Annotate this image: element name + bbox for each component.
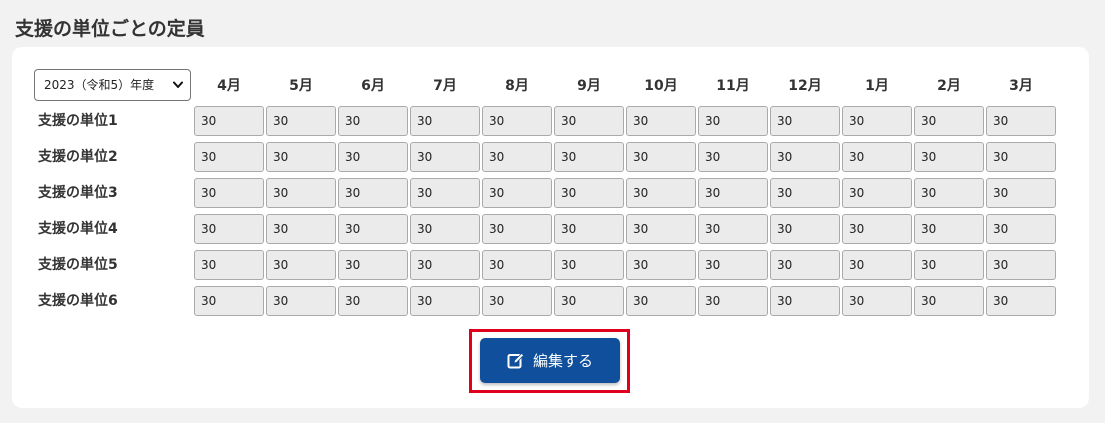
fiscal-year-select-value: 2023（令和5）年度 xyxy=(44,78,155,92)
capacity-input[interactable] xyxy=(482,214,552,244)
capacity-input[interactable] xyxy=(770,250,840,280)
capacity-input[interactable] xyxy=(194,286,264,316)
capacity-input[interactable] xyxy=(698,286,768,316)
capacity-input[interactable] xyxy=(914,106,984,136)
capacity-input[interactable] xyxy=(986,106,1056,136)
capacity-input[interactable] xyxy=(194,214,264,244)
month-header: 2月 xyxy=(937,78,961,94)
capacity-input[interactable] xyxy=(554,106,624,136)
capacity-input[interactable] xyxy=(698,214,768,244)
capacity-input[interactable] xyxy=(914,178,984,208)
capacity-input[interactable] xyxy=(266,106,336,136)
capacity-input[interactable] xyxy=(986,286,1056,316)
capacity-input[interactable] xyxy=(266,286,336,316)
capacity-input[interactable] xyxy=(482,286,552,316)
month-header: 10月 xyxy=(644,78,678,94)
edit-icon xyxy=(507,352,525,368)
capacity-input[interactable] xyxy=(770,178,840,208)
capacity-input[interactable] xyxy=(842,178,912,208)
capacity-input[interactable] xyxy=(482,106,552,136)
capacity-input[interactable] xyxy=(986,142,1056,172)
capacity-input[interactable] xyxy=(410,214,480,244)
capacity-input[interactable] xyxy=(698,142,768,172)
capacity-input[interactable] xyxy=(482,178,552,208)
chevron-down-icon xyxy=(173,81,183,88)
month-header: 3月 xyxy=(1009,78,1033,94)
capacity-input[interactable] xyxy=(194,142,264,172)
capacity-input[interactable] xyxy=(554,250,624,280)
capacity-input[interactable] xyxy=(914,142,984,172)
capacity-input[interactable] xyxy=(266,214,336,244)
row-label: 支援の単位3 xyxy=(38,185,118,201)
capacity-input[interactable] xyxy=(410,178,480,208)
capacity-input[interactable] xyxy=(986,250,1056,280)
capacity-input[interactable] xyxy=(914,286,984,316)
capacity-input[interactable] xyxy=(986,214,1056,244)
capacity-input[interactable] xyxy=(842,214,912,244)
capacity-input[interactable] xyxy=(194,250,264,280)
capacity-input[interactable] xyxy=(266,250,336,280)
capacity-input[interactable] xyxy=(410,250,480,280)
month-header: 6月 xyxy=(361,78,385,94)
capacity-input[interactable] xyxy=(410,142,480,172)
capacity-input[interactable] xyxy=(842,250,912,280)
month-header: 7月 xyxy=(433,78,457,94)
capacity-input[interactable] xyxy=(482,142,552,172)
capacity-input[interactable] xyxy=(554,142,624,172)
capacity-input[interactable] xyxy=(770,286,840,316)
capacity-input[interactable] xyxy=(338,178,408,208)
capacity-input[interactable] xyxy=(842,106,912,136)
row-label: 支援の単位5 xyxy=(38,257,118,273)
capacity-input[interactable] xyxy=(626,106,696,136)
capacity-input[interactable] xyxy=(914,250,984,280)
capacity-input[interactable] xyxy=(842,142,912,172)
capacity-input[interactable] xyxy=(554,178,624,208)
capacity-input[interactable] xyxy=(410,106,480,136)
month-header: 1月 xyxy=(865,78,889,94)
capacity-input[interactable] xyxy=(698,178,768,208)
month-header: 5月 xyxy=(289,78,313,94)
capacity-input[interactable] xyxy=(626,142,696,172)
edit-button-label: 編集する xyxy=(532,352,593,370)
month-header: 11月 xyxy=(716,78,750,94)
capacity-input[interactable] xyxy=(626,286,696,316)
capacity-input[interactable] xyxy=(338,214,408,244)
capacity-input[interactable] xyxy=(554,214,624,244)
capacity-input[interactable] xyxy=(842,286,912,316)
capacity-input[interactable] xyxy=(626,250,696,280)
edit-button[interactable]: 編集する xyxy=(480,338,620,383)
month-header: 12月 xyxy=(788,78,822,94)
capacity-input[interactable] xyxy=(194,178,264,208)
row-label: 支援の単位1 xyxy=(38,113,118,129)
capacity-input[interactable] xyxy=(266,142,336,172)
capacity-input[interactable] xyxy=(626,214,696,244)
row-label: 支援の単位4 xyxy=(38,221,118,237)
capacity-input[interactable] xyxy=(698,106,768,136)
capacity-input[interactable] xyxy=(770,214,840,244)
row-label: 支援の単位6 xyxy=(38,293,118,309)
row-label: 支援の単位2 xyxy=(38,149,118,165)
capacity-input[interactable] xyxy=(338,250,408,280)
capacity-input[interactable] xyxy=(770,106,840,136)
month-header: 8月 xyxy=(505,78,529,94)
capacity-input[interactable] xyxy=(482,250,552,280)
capacity-input[interactable] xyxy=(338,142,408,172)
capacity-input[interactable] xyxy=(626,178,696,208)
capacity-input[interactable] xyxy=(410,286,480,316)
capacity-input[interactable] xyxy=(338,286,408,316)
section-title: 支援の単位ごとの定員 xyxy=(15,18,205,40)
capacity-input[interactable] xyxy=(770,142,840,172)
fiscal-year-select[interactable]: 2023（令和5）年度 xyxy=(34,69,191,101)
capacity-input[interactable] xyxy=(554,286,624,316)
capacity-input[interactable] xyxy=(914,214,984,244)
capacity-input[interactable] xyxy=(338,106,408,136)
capacity-input[interactable] xyxy=(266,178,336,208)
month-header: 9月 xyxy=(577,78,601,94)
month-header: 4月 xyxy=(217,78,241,94)
capacity-input[interactable] xyxy=(698,250,768,280)
capacity-input[interactable] xyxy=(986,178,1056,208)
capacity-input[interactable] xyxy=(194,106,264,136)
